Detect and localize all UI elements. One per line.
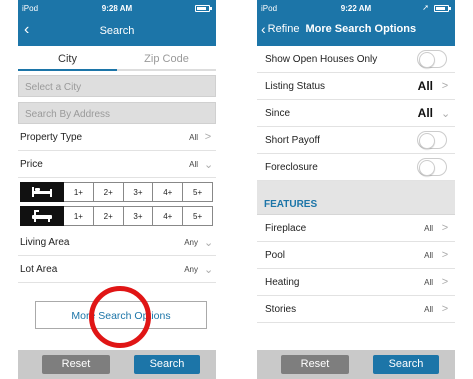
status-time: 9:28 AM [101,4,133,13]
short-payoff-row: Short Payoff [257,127,455,154]
foreclosure-toggle[interactable] [417,158,447,176]
bottom-action-bar: Reset Search [257,350,455,379]
feature-label: Pool [265,249,286,261]
beds-option[interactable]: 5+ [183,182,213,202]
battery-icon [434,5,451,12]
feature-label: Stories [265,303,297,315]
lot-area-value: Any [184,264,198,274]
city-select-field[interactable]: Select a City [18,75,216,97]
living-area-value: Any [184,237,198,247]
baths-option[interactable]: 4+ [153,206,184,226]
living-area-label: Living Area [20,236,70,248]
bathtub-icon [20,206,64,226]
beds-option[interactable]: 3+ [123,182,154,202]
tab-zip-code[interactable]: Zip Code [117,46,216,71]
property-type-value: All [189,132,198,142]
battery-icon [195,5,212,12]
reset-button[interactable]: Reset [281,355,349,374]
listing-status-label: Listing Status [265,80,326,92]
open-houses-row: Show Open Houses Only [257,46,455,73]
short-payoff-toggle[interactable] [417,131,447,149]
chevron-right-icon: > [204,131,212,143]
search-button[interactable]: Search [373,355,439,374]
feature-row[interactable]: Fireplace All > [257,215,455,242]
status-bar: iPod 9:22 AM ➚ [257,0,455,17]
feature-label: Heating [265,276,300,288]
back-label: Refine [267,23,300,35]
location-arrow-icon: ➚ [422,3,429,12]
price-row[interactable]: Price All ⌄ [18,151,216,178]
short-payoff-label: Short Payoff [265,134,320,146]
feature-value: All [424,250,433,260]
chevron-right-icon: > [441,222,449,234]
more-search-options-button[interactable]: More Search Options [35,301,207,329]
more-options-screen: iPod 9:22 AM ➚ ‹ Refine More Search Opti… [257,0,455,379]
back-chevron-icon: ‹ [261,21,266,37]
lot-area-row[interactable]: Lot Area Any ⌄ [18,256,216,283]
listing-status-row[interactable]: Listing Status All > [257,73,455,100]
chevron-down-icon: ⌄ [204,158,214,171]
location-tabs: City Zip Code [18,46,216,71]
since-label: Since [265,107,291,119]
beds-option[interactable]: 2+ [93,182,124,202]
since-value: All [417,106,433,120]
bottom-action-bar: Reset Search [18,350,216,379]
open-houses-toggle[interactable] [417,50,447,68]
back-button[interactable]: ‹ Refine More Search Options [261,21,417,37]
feature-label: Fireplace [265,222,307,234]
foreclosure-label: Foreclosure [265,161,318,173]
feature-row[interactable]: Stories All > [257,296,455,323]
price-label: Price [20,158,43,170]
address-search-field[interactable]: Search By Address [18,102,216,124]
chevron-right-icon: > [441,276,449,288]
feature-row[interactable]: Heating All > [257,269,455,296]
nav-bar: ‹ Refine More Search Options [257,17,455,46]
chevron-down-icon: ⌄ [204,236,214,249]
baths-option[interactable]: 3+ [123,206,154,226]
nav-bar: ‹ Search [18,17,216,46]
beds-selector: 1+ 2+ 3+ 4+ 5+ [20,182,213,202]
chevron-right-icon: > [441,80,449,92]
chevron-down-icon: ⌄ [441,107,451,120]
reset-button[interactable]: Reset [42,355,110,374]
search-button[interactable]: Search [134,355,200,374]
property-type-label: Property Type [20,131,83,143]
baths-option[interactable]: 1+ [64,206,94,226]
chevron-down-icon: ⌄ [204,263,214,276]
status-bar: iPod 9:28 AM [18,0,216,17]
baths-selector: 1+ 2+ 3+ 4+ 5+ [20,206,213,226]
beds-option[interactable]: 4+ [153,182,184,202]
feature-row[interactable]: Pool All > [257,242,455,269]
listing-status-value: All [417,79,433,93]
lot-area-label: Lot Area [20,263,58,275]
bed-icon [20,182,64,202]
beds-option[interactable]: 1+ [64,182,94,202]
page-title: More Search Options [305,23,417,35]
features-section-header: FEATURES [257,181,455,215]
living-area-row[interactable]: Living Area Any ⌄ [18,229,216,256]
foreclosure-row: Foreclosure [257,154,455,181]
since-row[interactable]: Since All ⌄ [257,100,455,127]
feature-value: All [424,304,433,314]
tab-city[interactable]: City [18,46,117,71]
baths-option[interactable]: 2+ [93,206,124,226]
page-title: Search [99,25,135,37]
price-value: All [189,159,198,169]
baths-option[interactable]: 5+ [183,206,213,226]
open-houses-label: Show Open Houses Only [265,53,378,65]
chevron-right-icon: > [441,249,449,261]
chevron-right-icon: > [441,303,449,315]
property-type-row[interactable]: Property Type All > [18,124,216,151]
search-screen: iPod 9:28 AM ‹ Search City Zip Code Sele… [18,0,216,379]
feature-value: All [424,223,433,233]
feature-value: All [424,277,433,287]
